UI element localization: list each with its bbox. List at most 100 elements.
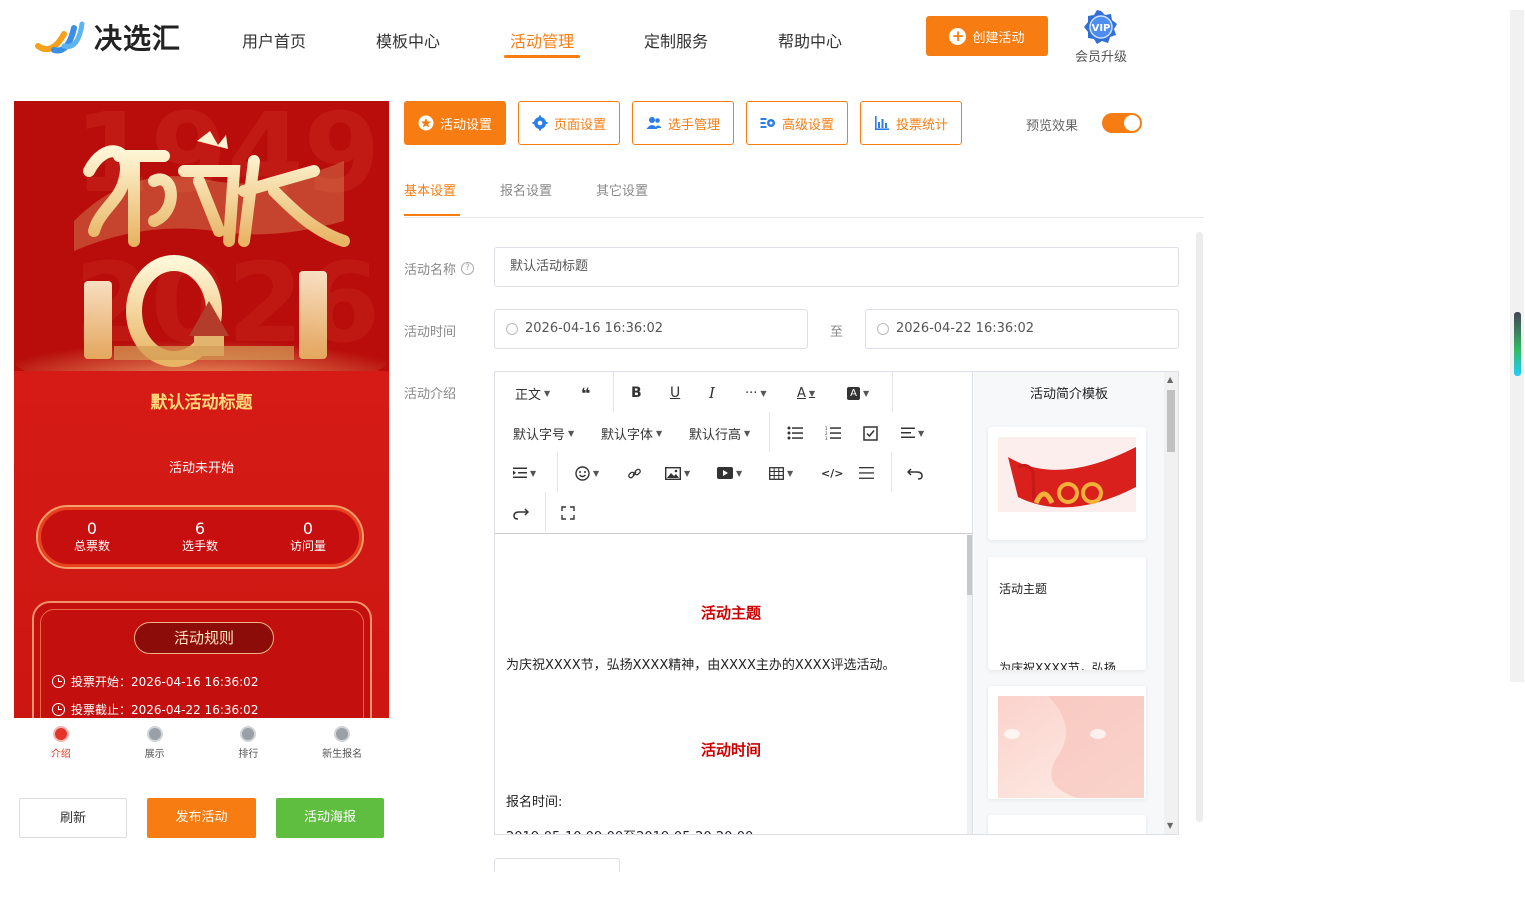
template-card-text[interactable]: 活动主题 为庆祝XXXX节，弘扬 xyxy=(988,557,1146,670)
tab-label: 高级设置 xyxy=(781,117,834,133)
background-color-icon[interactable]: A ▼ xyxy=(847,383,869,403)
more-format-icon[interactable]: ··· ▼ xyxy=(745,383,767,403)
bold-icon[interactable]: B xyxy=(631,383,642,403)
label-text: 活动名称 xyxy=(404,263,457,278)
preview-tab-signup[interactable]: 新生报名 xyxy=(295,718,389,768)
tab-label: 投票统计 xyxy=(895,117,948,133)
blockquote-icon[interactable]: ❝ xyxy=(581,383,590,403)
vip-upgrade-label: 会员升级 xyxy=(1074,50,1127,65)
vip-upgrade[interactable]: VIP 会员升级 xyxy=(1070,10,1132,65)
vip-badge-icon: VIP xyxy=(1084,10,1118,44)
editor-main: 正文 ▼ ❝ B U I ··· ▼ A ▼ A ▼ 默认字号 ▼ 默认字体 ▼ 默认行高 ▼… xyxy=(495,372,973,834)
line-height-select[interactable]: 默认行高 ▼ xyxy=(689,423,750,443)
preview-effect-label: 预览效果 xyxy=(1026,119,1079,134)
nav-templates[interactable]: 模板中心 xyxy=(376,28,440,52)
nav-help-center[interactable]: 帮助中心 xyxy=(778,28,842,52)
preview-tab-display[interactable]: 展示 xyxy=(108,718,202,768)
italic-icon[interactable]: I xyxy=(709,383,715,403)
activity-name-input[interactable]: 默认活动标题 xyxy=(494,247,1179,287)
preview-tab-ranking[interactable]: 排行 xyxy=(202,718,296,768)
divider-icon[interactable] xyxy=(859,463,874,483)
underline-icon[interactable]: U xyxy=(670,383,680,403)
activity-time-label: 活动时间 xyxy=(404,325,457,340)
nav-activity-management[interactable]: 活动管理 xyxy=(510,28,574,52)
advanced-settings-icon xyxy=(760,118,775,128)
image-icon[interactable]: ▼ xyxy=(665,463,690,483)
indent-icon[interactable]: ▼ xyxy=(513,463,536,483)
users-icon xyxy=(646,117,662,129)
numbered-list-icon[interactable]: 123 xyxy=(825,423,841,443)
emoji-icon[interactable]: ▼ xyxy=(575,463,599,483)
tab-advanced-settings[interactable]: 高级设置 xyxy=(746,101,848,145)
preview-tabbar: 介绍 展示 排行 新生报名 xyxy=(14,718,389,768)
bulleted-list-icon[interactable] xyxy=(787,423,803,443)
create-activity-button[interactable]: + 创建活动 xyxy=(926,16,1048,56)
preview-activity-status: 活动未开始 xyxy=(168,461,234,476)
tab-label: 新生报名 xyxy=(322,749,363,760)
end-time-input[interactable]: 2026-04-22 16:36:02 xyxy=(865,309,1179,349)
tb-label: A xyxy=(797,385,806,401)
publish-activity-button[interactable]: 发布活动 xyxy=(147,798,256,838)
refresh-button[interactable]: 刷新 xyxy=(19,798,127,838)
clock-icon xyxy=(52,703,65,716)
help-icon[interactable]: ? xyxy=(461,262,475,275)
start-time-input[interactable]: 2026-04-16 16:36:02 xyxy=(494,309,808,349)
paragraph-format-select[interactable]: 正文 ▼ xyxy=(515,383,550,403)
preview-tab-intro[interactable]: 介绍 xyxy=(14,718,108,768)
link-icon[interactable] xyxy=(627,463,642,483)
rich-text-editor: 正文 ▼ ❝ B U I ··· ▼ A ▼ A ▼ 默认字号 ▼ 默认字体 ▼ 默认行高 ▼… xyxy=(494,371,1179,835)
tb-label: 默认字号 xyxy=(513,427,566,443)
time-range-separator: 至 xyxy=(830,325,844,340)
tab-label: 页面设置 xyxy=(553,117,606,133)
start-time-value: 2026-04-16 16:36:02 xyxy=(525,321,664,336)
nav-home[interactable]: 用户首页 xyxy=(242,28,306,52)
editor-scrollbar[interactable] xyxy=(967,535,972,834)
stat-contestants: 6 选手数 xyxy=(155,520,245,554)
template-card-flag[interactable] xyxy=(988,427,1146,540)
content-paragraph: 报名时间: xyxy=(506,795,563,810)
font-color-icon[interactable]: A ▼ xyxy=(797,383,815,403)
activity-name-label: 活动名称 ? xyxy=(404,259,475,278)
tab-label: 排行 xyxy=(238,749,259,760)
tab-page-settings[interactable]: 页面设置 xyxy=(518,101,620,145)
page-scrollbar[interactable] xyxy=(1510,10,1524,682)
brand-logo[interactable]: 决选汇 xyxy=(34,16,181,58)
subtab-other-settings[interactable]: 其它设置 xyxy=(596,180,648,199)
subtab-basic-settings[interactable]: 基本设置 xyxy=(404,180,456,199)
code-icon[interactable]: </> xyxy=(821,463,843,483)
table-icon[interactable]: ▼ xyxy=(769,463,793,483)
nav-custom-service[interactable]: 定制服务 xyxy=(644,28,708,52)
fullscreen-icon[interactable] xyxy=(561,503,575,523)
template-card-partial[interactable] xyxy=(988,815,1146,834)
tab-vote-statistics[interactable]: 投票统计 xyxy=(860,101,962,145)
clock-icon xyxy=(506,323,518,335)
next-field-input[interactable] xyxy=(494,858,620,872)
star-icon xyxy=(418,115,434,131)
settings-scrollbar[interactable] xyxy=(1196,232,1203,822)
tab-activity-settings[interactable]: 活动设置 xyxy=(404,101,506,145)
intro-icon xyxy=(52,726,69,742)
tb-label: 默认字体 xyxy=(601,427,654,443)
subtab-signup-settings[interactable]: 报名设置 xyxy=(500,180,552,199)
templates-scrollbar[interactable]: ▲ ▼ xyxy=(1164,372,1178,834)
rule-vote-start: 投票开始：2026-04-16 16:36:02 xyxy=(52,673,258,690)
bar-chart-icon xyxy=(874,116,889,130)
undo-icon[interactable] xyxy=(907,463,923,483)
template-card-pink[interactable] xyxy=(988,686,1146,799)
redo-icon[interactable] xyxy=(513,503,529,523)
display-icon xyxy=(146,726,163,742)
video-icon[interactable]: ▼ xyxy=(717,463,742,483)
stat-label: 访问量 xyxy=(289,539,326,553)
template-card-text: 为庆祝XXXX节，弘扬 xyxy=(999,661,1116,670)
font-family-select[interactable]: 默认字体 ▼ xyxy=(601,423,662,443)
rules-title: 活动规则 xyxy=(134,622,274,654)
align-icon[interactable]: ▼ xyxy=(901,423,924,443)
activity-poster-button[interactable]: 活动海报 xyxy=(276,798,384,838)
pink-template-image xyxy=(998,696,1144,798)
font-size-select[interactable]: 默认字号 ▼ xyxy=(513,423,574,443)
todo-checkbox-icon[interactable] xyxy=(863,423,878,443)
tab-contestant-management[interactable]: 选手管理 xyxy=(632,101,734,145)
tb-label: ··· xyxy=(745,385,758,401)
preview-effect-toggle[interactable] xyxy=(1102,113,1142,133)
editor-content[interactable]: 活动主题 为庆祝XXXX节，弘扬XXXX精神，由XXXX主办的XXXX评选活动。… xyxy=(495,535,967,834)
